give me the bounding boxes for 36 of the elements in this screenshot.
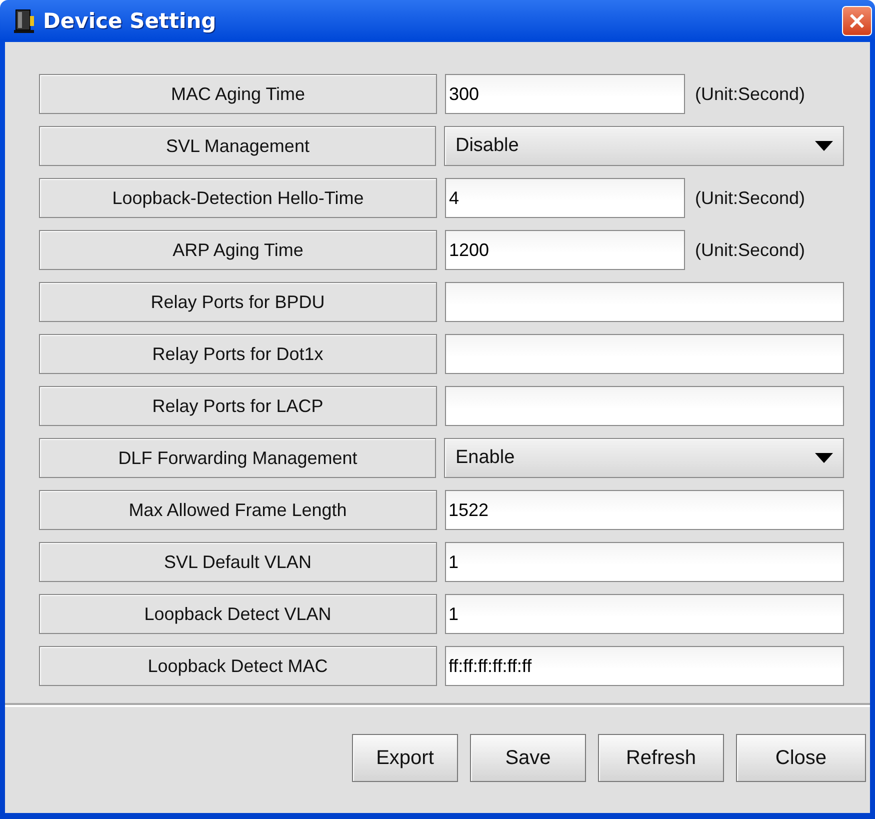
setting-label: Loopback Detect VLAN <box>39 594 436 634</box>
setting-label: Relay Ports for BPDU <box>39 282 436 322</box>
input-field[interactable]: 300 <box>445 74 685 114</box>
setting-label: ARP Aging Time <box>39 230 437 270</box>
setting-label: SVL Default VLAN <box>39 542 436 582</box>
dropdown[interactable]: Disable <box>444 126 844 166</box>
setting-label: Loopback Detect MAC <box>39 646 436 686</box>
caret-icon <box>815 453 833 463</box>
setting-label: MAC Aging Time <box>39 74 437 114</box>
device-icon <box>13 8 37 34</box>
dialog-button[interactable]: Refresh <box>598 734 724 782</box>
setting-label: Relay Ports for LACP <box>39 386 436 426</box>
setting-label: SVL Management <box>39 126 436 166</box>
dropdown[interactable]: Enable <box>444 438 844 478</box>
setting-label: Relay Ports for Dot1x <box>39 334 436 374</box>
input-field[interactable]: 1 <box>444 542 844 582</box>
dialog-button[interactable]: Save <box>470 734 586 782</box>
input-field[interactable]: ff:ff:ff:ff:ff:ff <box>444 646 844 686</box>
unit-text: (Unit:Second) <box>695 188 806 208</box>
unit-text: (Unit:Second) <box>695 240 806 260</box>
window-title: Device Setting <box>43 9 218 33</box>
unit-text: (Unit:Second) <box>695 84 806 104</box>
setting-label: Loopback-Detection Hello-Time <box>39 178 437 218</box>
input-field[interactable]: 1200 <box>445 230 685 270</box>
input-field[interactable]: 1 <box>444 594 844 634</box>
dialog-button[interactable]: Close <box>736 734 866 782</box>
close-icon[interactable] <box>842 6 872 36</box>
input-field[interactable] <box>444 282 844 322</box>
caret-icon <box>815 141 833 151</box>
dialog-button[interactable]: Export <box>352 734 458 782</box>
setting-label: DLF Forwarding Management <box>39 438 436 478</box>
input-field[interactable]: 1522 <box>444 490 844 530</box>
input-field[interactable] <box>444 386 844 426</box>
input-field[interactable] <box>444 334 844 374</box>
input-field[interactable]: 4 <box>445 178 685 218</box>
setting-label: Max Allowed Frame Length <box>39 490 436 530</box>
